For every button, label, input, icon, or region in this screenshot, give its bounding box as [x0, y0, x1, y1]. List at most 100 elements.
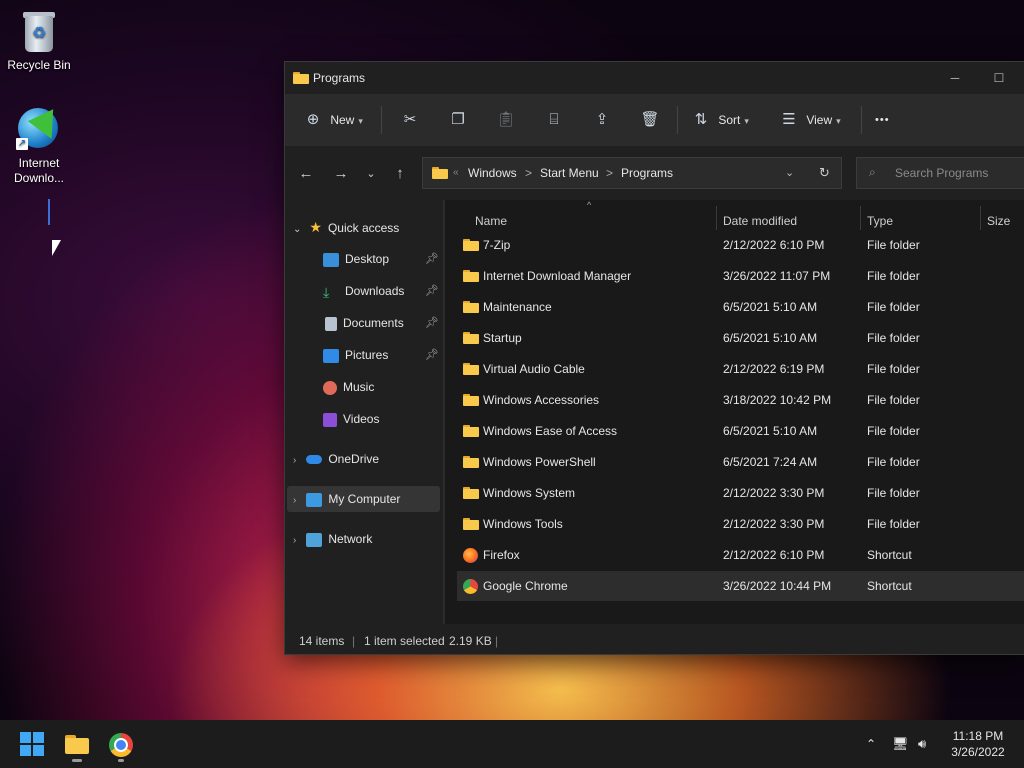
file-type: File folder — [867, 517, 920, 531]
up-arrow-icon[interactable]: ↑ — [390, 164, 410, 184]
search-box[interactable]: ⌕ Search Programs — [856, 157, 1024, 189]
folder-icon — [463, 518, 479, 530]
recycle-bin-desktop-icon[interactable]: ♻ Recycle Bin — [1, 10, 77, 72]
folder-icon — [432, 167, 448, 179]
chrome-taskbar-button[interactable] — [108, 732, 134, 762]
recent-locations-chevron-icon[interactable]: ⌄ — [361, 164, 381, 184]
file-type: File folder — [867, 424, 920, 438]
file-name: Virtual Audio Cable — [483, 362, 585, 376]
clock-date: 3/26/2022 — [951, 745, 1005, 759]
sidebar-item-onedrive[interactable]: › OneDrive — [293, 446, 443, 472]
chevron-right-icon: › — [293, 535, 297, 546]
search-icon: ⌕ — [869, 165, 876, 179]
column-header-name[interactable]: Name — [475, 214, 507, 228]
table-row[interactable]: Google Chrome 3/26/2022 10:44 PM Shortcut — [457, 571, 1024, 601]
cut-button[interactable]: ✂ — [400, 104, 420, 136]
mouse-cursor-icon — [52, 240, 61, 256]
chrome-icon — [463, 579, 478, 594]
clock-time: 11:18 PM — [952, 729, 1004, 743]
column-header-size[interactable]: Size — [987, 214, 1010, 228]
rename-button[interactable]: ⌸ — [544, 104, 564, 136]
table-row[interactable]: Maintenance 6/5/2021 5:10 AM File folder — [457, 292, 1024, 322]
table-row[interactable]: Windows System 2/12/2022 3:30 PM File fold… — [457, 478, 1024, 508]
refresh-icon[interactable]: ↻ — [819, 165, 830, 181]
file-name: Windows System — [483, 486, 576, 500]
download-arrow-icon: ⤓ — [323, 283, 330, 300]
idm-desktop-icon[interactable]: ↗ Internet Downlo... — [1, 106, 77, 186]
file-date: 2/12/2022 6:10 PM — [723, 238, 825, 252]
sidebar-item-my-computer[interactable]: › My Computer — [287, 486, 440, 512]
title-bar[interactable]: Programs ─ ☐ — [285, 62, 1024, 94]
share-button[interactable]: ⇪ — [592, 104, 612, 136]
sidebar-item-network[interactable]: › Network — [293, 526, 443, 552]
file-type: File folder — [867, 269, 920, 283]
file-explorer-taskbar-button[interactable] — [64, 732, 90, 762]
music-icon — [323, 380, 337, 395]
pictures-icon — [323, 348, 339, 363]
sort-label: Sort — [718, 113, 741, 127]
recycle-bin-icon: ♻ — [22, 10, 56, 54]
file-name: Windows Tools — [483, 517, 563, 531]
folder-icon — [463, 487, 479, 499]
file-name: Startup — [483, 331, 522, 345]
file-name: 7-Zip — [483, 238, 511, 252]
table-row[interactable]: Firefox 2/12/2022 6:10 PM Shortcut — [457, 540, 1024, 570]
clock[interactable]: 11:18 PM 3/26/2022 — [940, 728, 1016, 760]
pin-icon: 📌︎ — [425, 253, 439, 265]
list-view-icon: ☰ — [782, 111, 796, 128]
folder-icon — [463, 363, 479, 375]
column-header-type[interactable]: Type — [867, 214, 893, 228]
file-name: Windows Accessories — [483, 393, 600, 407]
file-name: Google Chrome — [483, 579, 568, 593]
delete-button[interactable]: 🗑︎ — [640, 104, 660, 136]
recycle-bin-label: Recycle Bin — [7, 58, 71, 72]
new-button[interactable]: ⊕ New ▾ — [303, 104, 363, 136]
overflow-chevron-icon[interactable]: « — [453, 167, 459, 178]
file-date: 3/26/2022 11:07 PM — [723, 269, 831, 283]
document-icon — [325, 316, 337, 331]
table-row[interactable]: 7-Zip 2/12/2022 6:10 PM File folder — [457, 230, 1024, 260]
breadcrumb-separator: > — [525, 166, 533, 180]
file-name: Windows Ease of Access — [483, 424, 618, 438]
file-type: File folder — [867, 486, 920, 500]
view-button[interactable]: ☰ View ▾ — [779, 104, 840, 136]
breadcrumb-windows[interactable]: Windows — [468, 166, 517, 180]
address-dropdown-chevron-icon[interactable]: ⌄ — [785, 166, 794, 179]
folder-icon — [463, 332, 479, 344]
window-title: Programs — [313, 71, 366, 85]
table-row[interactable]: Startup 6/5/2021 5:10 AM File folder — [457, 323, 1024, 353]
back-arrow-icon[interactable]: ← — [296, 164, 316, 184]
file-date: 6/5/2021 5:10 AM — [723, 300, 818, 314]
address-bar[interactable]: « Windows > Start Menu > Programs ⌄ ↻ — [422, 157, 842, 189]
computer-icon — [306, 492, 323, 507]
pictures-label: Pictures — [345, 348, 389, 362]
show-hidden-icons-chevron-icon[interactable]: ⌃ — [866, 720, 876, 768]
file-date: 2/12/2022 6:10 PM — [723, 548, 825, 562]
rename-caret — [48, 199, 50, 225]
start-button[interactable] — [20, 732, 44, 756]
network-status-icon[interactable]: 🖥︎ — [892, 720, 909, 768]
cloud-icon — [306, 455, 323, 465]
table-row[interactable]: Windows Accessories 3/18/2022 10:42 PM Fil… — [457, 385, 1024, 415]
breadcrumb-programs[interactable]: Programs — [621, 166, 673, 180]
column-header-date-modified[interactable]: Date modified — [723, 214, 797, 228]
forward-arrow-icon[interactable]: → — [331, 164, 351, 184]
table-row[interactable]: Windows Ease of Access 6/5/2021 5:10 AM Fi… — [457, 416, 1024, 446]
table-row[interactable]: Internet Download Manager 3/26/2022 11:07… — [457, 261, 1024, 291]
sidebar-item-quick-access[interactable]: ⌄ ★ Quick access — [293, 214, 443, 240]
table-row[interactable]: Windows Tools 2/12/2022 3:30 PM File folde… — [457, 509, 1024, 539]
folder-icon — [293, 72, 309, 84]
copy-button[interactable]: ❐ — [448, 104, 468, 136]
paste-button[interactable]: 📋︎ — [496, 104, 516, 136]
table-row[interactable]: Windows PowerShell 6/5/2021 7:24 AM File f… — [457, 447, 1024, 477]
volume-icon[interactable]: 🔊︎ — [918, 720, 926, 768]
table-row[interactable]: Virtual Audio Cable 2/12/2022 6:19 PM File… — [457, 354, 1024, 384]
minimize-button[interactable]: ─ — [945, 68, 965, 88]
see-more-button[interactable]: ••• — [875, 104, 890, 136]
maximize-button[interactable]: ☐ — [989, 68, 1009, 88]
file-date: 3/18/2022 10:42 PM — [723, 393, 832, 407]
sort-button[interactable]: ⇅ Sort ▾ — [691, 104, 749, 136]
running-indicator — [72, 759, 82, 762]
breadcrumb-start-menu[interactable]: Start Menu — [540, 166, 599, 180]
file-type: File folder — [867, 455, 920, 469]
